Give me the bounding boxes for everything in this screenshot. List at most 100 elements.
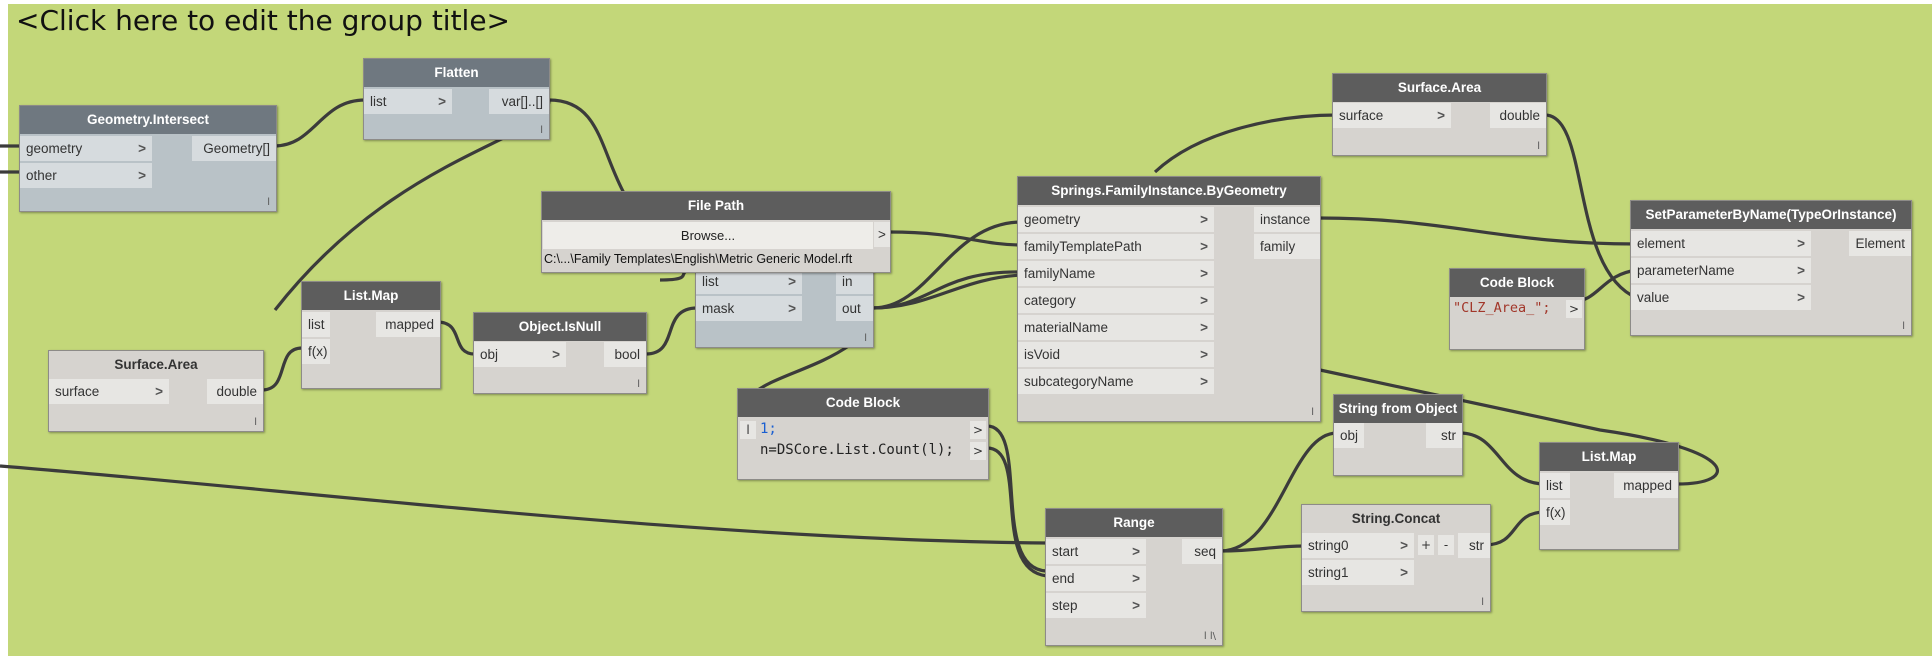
port-label: string0 <box>1308 538 1349 553</box>
port-label: value <box>1637 290 1670 305</box>
output-port-str[interactable]: str <box>1426 423 1462 448</box>
node-title: String.Concat <box>1302 505 1490 533</box>
input-port-start[interactable]: start > <box>1046 539 1146 564</box>
arrow-icon: > <box>1797 263 1805 278</box>
node-title: SetParameterByName(TypeOrInstance) <box>1631 201 1911 229</box>
add-input-button[interactable]: + <box>1418 535 1434 555</box>
node-file-path[interactable]: File Path Browse... > C:\...\Family Temp… <box>541 191 891 273</box>
node-springs-familyinstance[interactable]: Springs.FamilyInstance.ByGeometry geomet… <box>1017 176 1321 422</box>
arrow-icon: > <box>1200 266 1208 281</box>
input-port-other[interactable]: other > <box>20 163 152 188</box>
code-line-2[interactable]: n=DSCore.List.Count(l); <box>760 440 954 461</box>
input-port-l[interactable]: l <box>740 421 756 439</box>
port-label: geometry <box>1024 212 1081 227</box>
code-line-1[interactable]: 1; <box>760 419 777 440</box>
input-port-familytemplatepath[interactable]: familyTemplatePath > <box>1018 234 1214 259</box>
input-port-obj[interactable]: obj > <box>474 342 566 367</box>
input-port-isvoid[interactable]: isVoid > <box>1018 342 1214 367</box>
node-list-map-left[interactable]: List.Map list f(x) mapped <box>301 281 441 389</box>
port-label: familyTemplatePath <box>1024 239 1142 254</box>
node-title: Object.IsNull <box>474 313 646 341</box>
node-title: List.Map <box>1540 443 1678 471</box>
node-geometry-intersect[interactable]: Geometry.Intersect geometry > other > Geom… <box>19 105 277 212</box>
output-port-var[interactable]: var[]..[] <box>489 89 549 114</box>
input-port-surface[interactable]: surface > <box>49 379 169 404</box>
port-label: familyName <box>1024 266 1096 281</box>
input-port-materialname[interactable]: materialName > <box>1018 315 1214 340</box>
browse-button[interactable]: Browse... <box>543 222 873 249</box>
arrow-icon: > <box>552 347 560 362</box>
code-line-1[interactable]: "CLZ_Area_"; <box>1453 298 1551 319</box>
input-port-fx[interactable]: f(x) <box>1540 500 1570 525</box>
input-port-value[interactable]: value > <box>1631 285 1811 310</box>
input-port-geometry[interactable]: geometry > <box>1018 207 1214 232</box>
output-port-n[interactable]: > <box>970 442 986 460</box>
node-surface-area-top[interactable]: Surface.Area surface > double l <box>1332 73 1547 156</box>
arrow-icon: > <box>1200 347 1208 362</box>
node-surface-area-left[interactable]: Surface.Area surface > double l <box>48 350 264 432</box>
port-label: element <box>1637 236 1686 251</box>
input-port-list[interactable]: list > <box>364 89 452 114</box>
input-port-list[interactable]: list <box>1540 473 1570 498</box>
port-label: parameterName <box>1637 263 1735 278</box>
output-port-mapped[interactable]: mapped <box>1614 473 1678 498</box>
output-port-geometry[interactable]: Geometry[] <box>192 136 276 161</box>
input-port-step[interactable]: step > <box>1046 593 1146 618</box>
node-title: Surface.Area <box>1333 74 1546 102</box>
lacing-icon: l <box>1481 597 1484 608</box>
output-port-bool[interactable]: bool <box>604 342 646 367</box>
input-port-string1[interactable]: string1 > <box>1302 560 1414 585</box>
node-set-parameter-by-name[interactable]: SetParameterByName(TypeOrInstance) eleme… <box>1630 200 1912 336</box>
port-label: f(x) <box>308 344 328 359</box>
output-port-double[interactable]: double <box>207 379 263 404</box>
input-port-element[interactable]: element > <box>1631 231 1811 256</box>
node-flatten[interactable]: Flatten list > var[]..[] l <box>363 58 550 140</box>
input-port-end[interactable]: end > <box>1046 566 1146 591</box>
node-object-isnull[interactable]: Object.IsNull obj > bool l <box>473 312 647 394</box>
input-port-category[interactable]: category > <box>1018 288 1214 313</box>
input-port-string0[interactable]: string0 > <box>1302 533 1414 558</box>
output-port[interactable]: > <box>1566 300 1582 318</box>
port-label: f(x) <box>1546 505 1566 520</box>
node-range[interactable]: Range start > end > step > seq l l\ <box>1045 508 1223 646</box>
output-port-element[interactable]: Element <box>1849 231 1911 256</box>
output-port-seq[interactable]: seq <box>1182 539 1222 564</box>
input-port-list[interactable]: list <box>302 312 330 337</box>
input-port-fx[interactable]: f(x) <box>302 339 330 364</box>
arrow-icon: > <box>1400 565 1408 580</box>
input-port-obj[interactable]: obj <box>1334 423 1364 448</box>
input-port-familyname[interactable]: familyName > <box>1018 261 1214 286</box>
port-label: obj <box>480 347 499 362</box>
node-string-concat[interactable]: String.Concat string0 > string1 > + - str … <box>1301 504 1491 612</box>
port-label: surface <box>55 384 100 399</box>
node-string-from-object[interactable]: String from Object obj str <box>1333 394 1463 476</box>
output-port-mapped[interactable]: mapped <box>376 312 440 337</box>
node-filter-by-bool-mask[interactable]: list > mask > in out l <box>695 262 874 348</box>
node-title: List.Map <box>302 282 440 310</box>
input-port-geometry[interactable]: geometry > <box>20 136 152 161</box>
output-port-1[interactable]: > <box>970 421 986 439</box>
output-port-path[interactable]: > <box>874 222 890 247</box>
output-port-family[interactable]: family <box>1254 234 1320 259</box>
group-title[interactable]: <Click here to edit the group title> <box>16 4 510 37</box>
node-code-block-string[interactable]: Code Block "CLZ_Area_"; > <box>1449 268 1585 350</box>
lacing-icon: l <box>1902 321 1905 332</box>
input-port-surface[interactable]: surface > <box>1333 103 1451 128</box>
node-code-block-count[interactable]: Code Block l 1; n=DSCore.List.Count(l); … <box>737 388 989 480</box>
output-port-double[interactable]: double <box>1490 103 1546 128</box>
arrow-icon: > <box>1400 538 1408 553</box>
arrow-icon: > <box>155 384 163 399</box>
input-port-subcategoryname[interactable]: subcategoryName > <box>1018 369 1214 394</box>
file-path-value: C:\...\Family Templates\English\Metric G… <box>544 252 853 266</box>
output-port-instance[interactable]: instance <box>1254 207 1320 232</box>
arrow-icon: > <box>138 141 146 156</box>
port-label: start <box>1052 544 1079 559</box>
remove-input-button[interactable]: - <box>1438 535 1454 555</box>
node-list-map-right[interactable]: List.Map list f(x) mapped <box>1539 442 1679 550</box>
arrow-icon: > <box>1797 236 1805 251</box>
output-port-str[interactable]: str <box>1458 533 1490 558</box>
input-port-mask[interactable]: mask > <box>696 296 802 321</box>
output-port-out[interactable]: out <box>836 296 873 321</box>
arrow-icon: > <box>1132 571 1140 586</box>
input-port-parametername[interactable]: parameterName > <box>1631 258 1811 283</box>
